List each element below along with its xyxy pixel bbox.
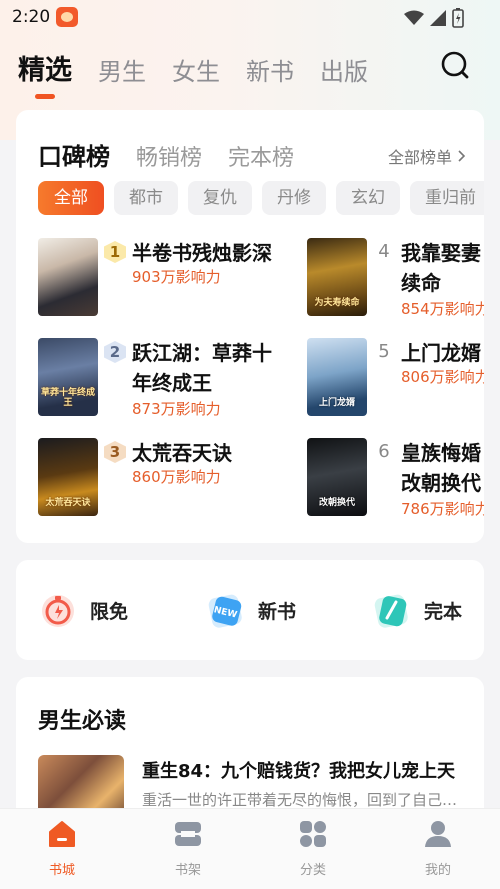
stopwatch-icon — [38, 590, 78, 630]
book-cover: 草莽十年终成王 — [38, 338, 98, 416]
status-icons — [404, 8, 464, 28]
chip-alchemy[interactable]: 丹修 — [262, 181, 326, 215]
tab-male[interactable]: 男生 — [98, 52, 146, 87]
nav-profile[interactable]: 我的 — [398, 819, 478, 878]
battery-icon — [452, 8, 464, 28]
book-influence: 873万影响力 — [132, 400, 221, 418]
rank-number: 6 — [378, 441, 390, 462]
book-title: 我靠娶妻续命 — [401, 241, 481, 295]
book-influence: 860万影响力 — [132, 468, 221, 486]
profile-icon — [423, 819, 453, 849]
rank-number: 5 — [378, 341, 390, 362]
search-button[interactable] — [440, 50, 470, 80]
rank-item-3[interactable]: 太荒吞天诀 3 太荒吞天诀 860万影响力 — [38, 438, 288, 518]
tab-completed-rank[interactable]: 完本榜 — [228, 140, 294, 172]
cover-title: 太荒吞天诀 — [45, 498, 91, 508]
rank-medal-gold: 1 — [104, 241, 126, 263]
chevron-right-icon — [458, 150, 466, 162]
chip-urban[interactable]: 都市 — [114, 181, 178, 215]
nav-label: 分类 — [299, 863, 326, 878]
book-description: 重活一世的许正带着无尽的悔恨，回到了自己年轻时候 — [142, 791, 462, 809]
category-grid-icon — [298, 819, 328, 849]
book-cover: 上门龙婿 — [307, 338, 367, 416]
book-cover — [38, 238, 98, 316]
nav-label: 书架 — [174, 863, 201, 878]
tab-featured[interactable]: 精选 — [18, 48, 72, 99]
new-badge-icon: NEW — [206, 590, 246, 630]
rank-item-4[interactable]: 为夫寿续命 4 我靠娶妻续命 854万影响力 — [307, 238, 484, 318]
nav-bookstore[interactable]: 书城 — [22, 819, 102, 878]
cover-title: 改朝换代 — [318, 498, 355, 508]
home-icon — [47, 819, 77, 849]
status-time: 2:20 — [12, 7, 51, 27]
search-icon — [441, 51, 469, 79]
ranking-card: 口碑榜 畅销榜 完本榜 全部榜单 全部 都市 复仇 丹修 玄幻 重归前 1 半卷… — [16, 110, 484, 543]
chip-rebirth[interactable]: 重归前 — [410, 181, 484, 215]
book-influence: 854万影响力 — [401, 300, 484, 318]
quick-link-label: 完本 — [424, 600, 463, 623]
nav-label: 我的 — [424, 863, 451, 878]
quick-link-free[interactable]: 限免 — [38, 590, 128, 630]
book-title: 上门龙婿 — [401, 341, 481, 365]
rank-item-1[interactable]: 1 半卷书残烛影深 903万影响力 — [38, 238, 288, 318]
book-title: 跃江湖：草莽十年终成王 — [132, 341, 272, 395]
book-influence: 806万影响力 — [401, 368, 484, 386]
rank-medal-silver: 2 — [104, 341, 126, 363]
genre-chips: 全部 都市 复仇 丹修 玄幻 重归前 — [38, 181, 484, 215]
quick-link-new[interactable]: NEW 新书 — [206, 590, 296, 630]
rank-number: 4 — [378, 241, 390, 262]
chip-all[interactable]: 全部 — [38, 181, 104, 215]
book-cover: 为夫寿续命 — [307, 238, 367, 316]
tab-new-books[interactable]: 新书 — [246, 52, 294, 87]
wifi-icon — [404, 10, 424, 25]
nav-label: 书城 — [48, 863, 75, 878]
rank-medal-bronze: 3 — [104, 441, 126, 463]
book-finish-icon — [372, 590, 412, 630]
section-title: 男生必读 — [38, 709, 127, 734]
bookshelf-icon — [173, 819, 203, 849]
quick-link-label: 限免 — [90, 600, 129, 623]
book-cover: 太荒吞天诀 — [38, 438, 98, 516]
quick-link-label: 新书 — [258, 600, 297, 623]
book-title[interactable]: 重生84：九个赔钱货？我把女儿宠上天 — [142, 757, 462, 783]
tab-female[interactable]: 女生 — [172, 52, 220, 87]
status-bar: 2:20 — [0, 0, 500, 34]
rank-item-5[interactable]: 上门龙婿 5 上门龙婿 806万影响力 — [307, 338, 484, 418]
quick-link-completed[interactable]: 完本 — [372, 590, 462, 630]
quick-links-card: 限免 NEW 新书 完本 — [16, 560, 484, 660]
chip-revenge[interactable]: 复仇 — [188, 181, 252, 215]
signal-icon — [430, 10, 446, 26]
tab-published[interactable]: 出版 — [320, 52, 368, 87]
book-title: 皇族悔婚改朝换代 — [401, 441, 481, 495]
book-title: 半卷书残烛影深 — [132, 241, 272, 265]
bottom-nav: 书城 书架 分类 我的 — [0, 808, 500, 889]
tab-reputation-rank[interactable]: 口碑榜 — [38, 137, 110, 172]
cover-title: 上门龙婿 — [318, 398, 355, 408]
cover-title: 为夫寿续命 — [314, 298, 360, 308]
rank-item-2[interactable]: 草莽十年终成王 2 跃江湖：草莽十年终成王 873万影响力 — [38, 338, 288, 418]
book-influence: 903万影响力 — [132, 268, 221, 286]
nav-categories[interactable]: 分类 — [273, 819, 353, 878]
tab-bestseller-rank[interactable]: 畅销榜 — [136, 140, 202, 172]
rank-item-6[interactable]: 改朝换代 6 皇族悔婚改朝换代 786万影响力 — [307, 438, 484, 518]
cover-title: 草莽十年终成王 — [40, 388, 95, 408]
book-title: 太荒吞天诀 — [132, 441, 232, 465]
ranking-tabs: 口碑榜 畅销榜 完本榜 — [38, 137, 320, 172]
all-rankings-link[interactable]: 全部榜单 — [388, 144, 466, 168]
nav-bookshelf[interactable]: 书架 — [148, 819, 228, 878]
all-rankings-label: 全部榜单 — [387, 148, 452, 167]
app-notification-icon — [56, 7, 78, 27]
book-cover: 改朝换代 — [307, 438, 367, 516]
top-tab-bar: 精选 男生 女生 新书 出版 — [18, 48, 394, 99]
book-influence: 786万影响力 — [401, 500, 484, 518]
chip-fantasy[interactable]: 玄幻 — [336, 181, 400, 215]
